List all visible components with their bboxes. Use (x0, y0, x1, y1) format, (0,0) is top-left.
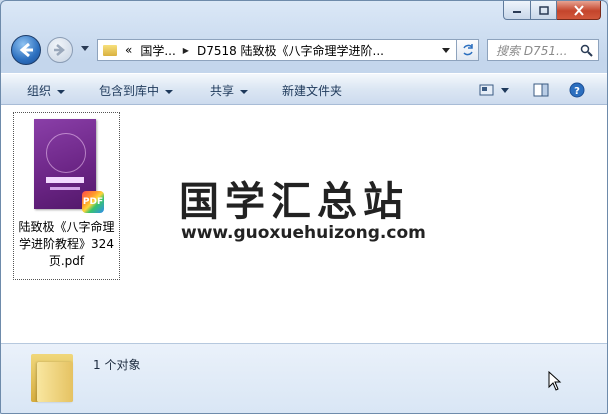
back-button[interactable] (11, 35, 41, 65)
organize-menu[interactable]: 组织 (27, 82, 66, 99)
navigation-bar: « 国学... ▶ D7518 陆致极《八字命理学进阶... 搜索 D751..… (1, 31, 607, 65)
recent-pages-dropdown[interactable] (81, 46, 89, 51)
folder-icon (31, 354, 73, 402)
minimize-button[interactable] (503, 1, 531, 20)
file-item[interactable]: PDF 陆致极《八字命理学进阶教程》324页.pdf (13, 112, 120, 280)
preview-pane-icon (533, 83, 549, 97)
back-arrow-icon (19, 42, 33, 58)
caption-buttons (503, 1, 601, 21)
chevron-down-icon (240, 89, 249, 94)
chevron-down-icon (165, 89, 174, 94)
svg-text:?: ? (574, 86, 580, 97)
refresh-icon (462, 44, 473, 56)
forward-button[interactable] (47, 37, 73, 63)
address-segment-1[interactable]: 国学... (140, 42, 175, 59)
details-pane: 1 个对象 (1, 343, 607, 413)
chevron-down-icon (57, 89, 66, 94)
mouse-cursor-icon (548, 371, 562, 391)
help-icon: ? (569, 82, 585, 98)
watermark-url: www.guoxuehuizong.com (181, 223, 426, 243)
item-count: 1 个对象 (93, 358, 141, 372)
forward-arrow-icon (54, 44, 65, 56)
preview-pane-button[interactable] (533, 82, 549, 101)
chevron-right-icon[interactable]: ▶ (183, 46, 189, 55)
watermark-title: 国学汇总站 (179, 179, 409, 225)
address-bar[interactable]: « 国学... ▶ D7518 陆致极《八字命理学进阶... (97, 39, 457, 61)
explorer-window: « 国学... ▶ D7518 陆致极《八字命理学进阶... 搜索 D751..… (0, 0, 608, 414)
help-button[interactable]: ? (569, 82, 585, 102)
view-icon (479, 84, 509, 96)
maximize-button[interactable] (531, 1, 557, 20)
include-in-library-menu[interactable]: 包含到库中 (99, 82, 174, 99)
address-segment-2[interactable]: D7518 陆致极《八字命理学进阶... (197, 42, 384, 59)
pdf-badge-icon: PDF (82, 191, 104, 213)
address-overflow[interactable]: « (125, 43, 132, 57)
close-button[interactable] (557, 1, 601, 20)
file-name[interactable]: 陆致极《八字命理学进阶教程》324页.pdf (14, 219, 119, 270)
file-list[interactable]: PDF 陆致极《八字命理学进阶教程》324页.pdf 国学汇总站 www.guo… (1, 105, 607, 343)
search-placeholder: 搜索 D751... (496, 43, 568, 58)
share-menu[interactable]: 共享 (210, 82, 249, 99)
search-icon (580, 44, 593, 57)
command-bar: 组织 包含到库中 共享 新建文件夹 ? (1, 73, 607, 105)
new-folder-button[interactable]: 新建文件夹 (282, 82, 342, 99)
view-options-button[interactable] (479, 82, 509, 101)
folder-icon (103, 44, 117, 56)
address-dropdown[interactable] (442, 48, 450, 53)
refresh-button[interactable] (457, 39, 479, 61)
search-input[interactable]: 搜索 D751... (487, 39, 599, 61)
